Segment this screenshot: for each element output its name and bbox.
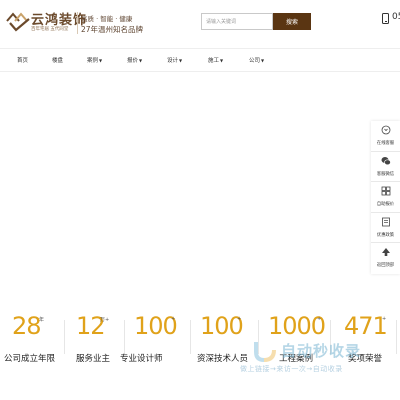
stat-suffix: + <box>317 316 322 322</box>
search-input[interactable] <box>201 13 273 30</box>
nav-item-company[interactable]: 公司▼ <box>249 56 264 64</box>
stat-label: 专业设计师 <box>120 354 163 364</box>
nav-item-cases[interactable]: 案例▼ <box>87 56 102 64</box>
stat-divider <box>64 320 65 354</box>
side-item-wechat[interactable]: 客服微信 <box>371 152 400 182</box>
stat-number: 28 <box>12 312 42 340</box>
brand-subtitle: 百年宅居 五代同堂 <box>31 27 69 32</box>
chevron-down-icon: ▼ <box>179 58 183 63</box>
stat-suffix: + <box>171 316 176 322</box>
slogan-line-2: 27年温州知名品牌 <box>81 25 144 34</box>
wechat-icon <box>381 156 391 165</box>
side-item-label: 返回顶部 <box>376 263 395 268</box>
stat-label: 资深技术人员 <box>197 354 249 364</box>
main-nav: 首页 楼盘 案例▼ 报价▼ 设计▼ 施工▼ 公司▼ <box>0 48 400 72</box>
stat-suffix: 万+ <box>100 317 110 323</box>
nav-item-home[interactable]: 首页 <box>17 56 28 64</box>
search-button[interactable]: 搜索 <box>273 13 311 30</box>
nav-item-design[interactable]: 设计▼ <box>167 56 182 64</box>
stat-divider <box>124 320 125 354</box>
chevron-down-icon: ▼ <box>139 58 143 63</box>
stat-suffix: 年 <box>39 317 45 323</box>
side-item-label: 自助报价 <box>376 202 395 207</box>
site-header: 云鸿装饰 百年宅居 五代同堂 高质 · 智能 · 健康 27年温州知名品牌 搜索… <box>0 0 400 44</box>
nav-item-construction[interactable]: 施工▼ <box>208 56 223 64</box>
stat-divider <box>396 320 397 354</box>
phone-icon <box>382 13 389 24</box>
side-item-label: 客服微信 <box>376 171 395 177</box>
stat-label: 服务业主 <box>76 354 111 364</box>
side-item-online-service[interactable]: 在线客服 <box>371 121 400 152</box>
chevron-down-icon: ▼ <box>261 58 265 63</box>
watermark-text: 自动秒收录 <box>281 342 362 360</box>
stat-suffix: + <box>382 316 387 322</box>
slogan-line-1: 高质 · 智能 · 健康 <box>81 15 133 23</box>
calculator-icon <box>381 186 391 196</box>
chevron-down-icon: ▼ <box>220 58 224 63</box>
phone-number: 05 <box>392 12 400 22</box>
watermark-logo-icon <box>254 342 276 362</box>
stat-divider <box>190 320 191 354</box>
stat-label: 公司成立年限 <box>4 354 56 364</box>
side-item-back-to-top[interactable]: 返回顶部 <box>371 243 400 274</box>
chat-bubble-icon <box>381 125 391 135</box>
stat-number: 471 <box>344 312 388 340</box>
side-item-label: 在线客服 <box>376 141 395 146</box>
side-item-promotions[interactable]: 优惠政策 <box>371 213 400 243</box>
stat-suffix: + <box>237 316 242 322</box>
nav-item-properties[interactable]: 楼盘 <box>52 56 63 64</box>
chevron-down-icon: ▼ <box>99 58 103 63</box>
nav-item-quote[interactable]: 报价▼ <box>127 56 142 64</box>
gift-icon <box>382 217 390 226</box>
side-float-bar: 在线客服 客服微信 自助报价 优惠政策 返回顶部 <box>371 121 400 274</box>
arrow-up-icon <box>382 248 390 256</box>
watermark-subtext: 做上链接→来访一次→自动收录 <box>240 365 343 373</box>
slogan-divider <box>77 12 78 34</box>
side-item-label: 优惠政策 <box>376 232 395 238</box>
side-item-self-quote[interactable]: 自助报价 <box>371 182 400 213</box>
